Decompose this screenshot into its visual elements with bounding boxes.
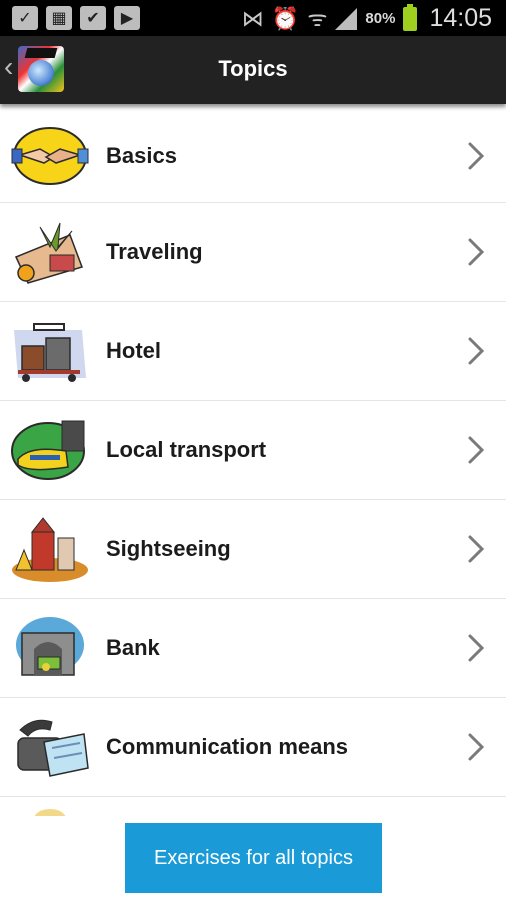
list-item-basics[interactable]: Basics — [0, 110, 506, 203]
list-item-label: Basics — [106, 143, 177, 168]
list-item-sightseeing[interactable]: Sightseeing — [0, 500, 506, 599]
vibrate-icon: ⋈ — [241, 5, 264, 31]
list-item-label: Hotel — [106, 338, 161, 363]
list-item-label: Traveling — [106, 239, 203, 264]
list-item-label: Local transport — [106, 437, 267, 462]
landmark-icon — [12, 517, 88, 582]
chevron-right-icon — [468, 337, 485, 365]
alarm-icon: ⏰ — [271, 5, 300, 31]
battery-icon — [403, 3, 418, 31]
bank-icon — [16, 617, 84, 676]
system-icons: ⋈ ⏰ ᯤ 80% 14:05 — [241, 3, 492, 33]
train-icon — [11, 420, 85, 480]
image-icon: ▦ — [46, 6, 72, 30]
topics-list[interactable]: Basics Traveling Hotel Local transport S… — [0, 104, 506, 816]
notification-check-icon: ✓ — [12, 6, 38, 30]
page-title: Topics — [218, 56, 288, 81]
wifi-icon: ᯤ — [307, 5, 328, 31]
list-item-partial[interactable] — [0, 797, 506, 816]
battery-percent: 80% — [365, 10, 396, 27]
exercises-all-topics-button[interactable]: Exercises for all topics — [125, 823, 382, 893]
list-item-label: Sightseeing — [106, 536, 231, 561]
chevron-right-icon — [468, 142, 485, 170]
list-item-label: Bank — [106, 635, 160, 660]
list-item-bank[interactable]: Bank — [0, 599, 506, 698]
play-store-icon: ▶ — [114, 6, 140, 30]
chevron-right-icon — [468, 634, 485, 662]
luggage-cart-icon — [14, 323, 86, 382]
list-item-traveling[interactable]: Traveling — [0, 203, 506, 302]
telephone-icon — [17, 719, 89, 777]
chevron-right-icon — [468, 238, 485, 266]
status-bar: ✓ ▦ ✔ ▶ ⋈ ⏰ ᯤ 80% 14:05 — [0, 0, 506, 36]
action-bar: ‹ Topics — [0, 36, 506, 104]
list-item-local-transport[interactable]: Local transport — [0, 401, 506, 500]
signal-icon — [335, 7, 358, 30]
footer: Exercises for all topics — [0, 816, 506, 900]
chevron-right-icon — [468, 436, 485, 464]
list-item-hotel[interactable]: Hotel — [0, 302, 506, 401]
clock: 14:05 — [429, 4, 492, 32]
partial-topic-icon — [34, 809, 66, 816]
chevron-right-icon — [468, 733, 485, 761]
list-item-label: Communication means — [106, 734, 349, 759]
travel-icon — [14, 222, 83, 284]
notification-icons: ✓ ▦ ✔ ▶ — [12, 6, 140, 30]
list-item-communication-means[interactable]: Communication means — [0, 698, 506, 797]
chevron-right-icon — [468, 535, 485, 563]
handshake-icon — [11, 127, 89, 185]
briefcase-check-icon: ✔ — [80, 6, 106, 30]
